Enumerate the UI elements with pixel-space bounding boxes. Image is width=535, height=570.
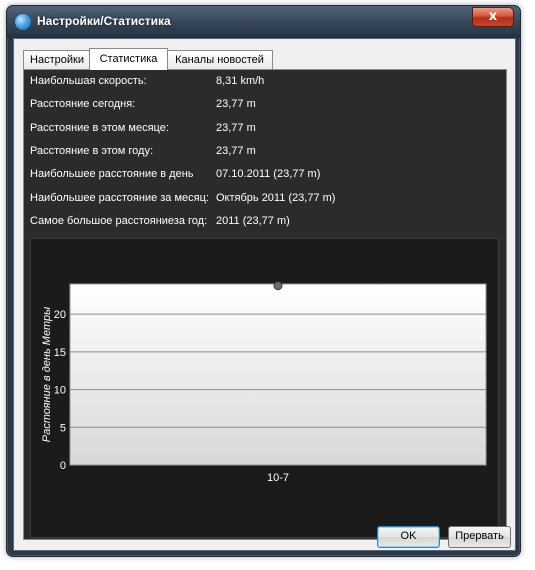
distance-chart: 0 5 10 15 20 10-7 Растояние в день Метры bbox=[30, 238, 499, 538]
y-axis-label: Растояние в день Метры bbox=[41, 307, 53, 442]
stat-value: 2011 (23,77 m) bbox=[216, 215, 290, 227]
tab-news-feeds[interactable]: Каналы новостей bbox=[166, 50, 273, 70]
stat-label: Наибольшее расстояние за месяц: bbox=[30, 192, 209, 204]
tab-settings[interactable]: Настройки bbox=[23, 50, 91, 70]
close-button[interactable]: x bbox=[472, 7, 514, 27]
dialog-client-area: Настройки Статистика Каналы новостей Наи… bbox=[13, 38, 516, 551]
stat-label: Наибольшая скорость: bbox=[30, 75, 147, 87]
stat-value: 23,77 m bbox=[216, 98, 256, 110]
y-tick-label: 10 bbox=[54, 385, 66, 397]
data-point bbox=[273, 281, 283, 291]
cancel-button[interactable]: Прервать bbox=[448, 526, 511, 548]
stat-label: Наибольшее расстояние в день bbox=[30, 168, 194, 180]
ok-button[interactable]: OK bbox=[377, 526, 440, 548]
stat-label: Расстояние сегодня: bbox=[30, 98, 136, 110]
stat-value: 23,77 m bbox=[216, 122, 256, 134]
tab-statistics[interactable]: Статистика bbox=[89, 48, 168, 70]
chart-canvas: 0 5 10 15 20 10-7 Растояние в день Метры bbox=[41, 281, 487, 484]
x-tick-label: 10-7 bbox=[267, 472, 289, 484]
statistics-panel: Наибольшая скорость: 8,31 km/h Расстояни… bbox=[23, 69, 507, 540]
stat-value: Октябрь 2011 (23,77 m) bbox=[216, 192, 336, 204]
y-tick-label: 20 bbox=[54, 309, 66, 321]
stat-label: Расстояние в этом году: bbox=[30, 145, 154, 157]
stat-label: Самое большое расстояниеза год: bbox=[30, 215, 208, 227]
dialog-window: Настройки/Статистика x Настройки Статист… bbox=[6, 5, 521, 557]
y-tick-label: 0 bbox=[60, 460, 66, 472]
stat-value: 8,31 km/h bbox=[216, 75, 265, 87]
title-bar[interactable]: Настройки/Статистика x bbox=[7, 6, 520, 38]
stat-value: 23,77 m bbox=[216, 145, 256, 157]
y-tick-label: 5 bbox=[60, 422, 66, 434]
window-title: Настройки/Статистика bbox=[37, 14, 171, 28]
stat-value: 07.10.2011 (23,77 m) bbox=[216, 168, 321, 180]
plot-area bbox=[69, 283, 487, 466]
stat-label: Расстояние в этом месяце: bbox=[30, 122, 169, 134]
app-globe-icon bbox=[15, 14, 31, 30]
y-tick-label: 15 bbox=[54, 347, 66, 359]
